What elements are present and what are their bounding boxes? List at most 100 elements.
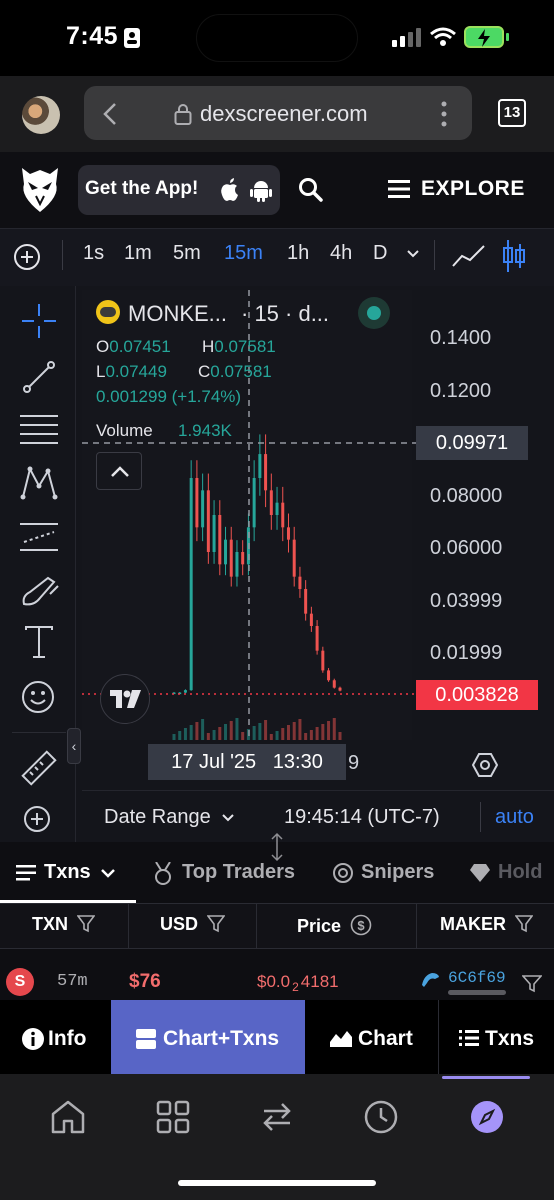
fib-retracement-tool-icon[interactable] bbox=[20, 412, 58, 446]
collapse-toolbar-button[interactable]: ‹ bbox=[67, 728, 81, 764]
candlestick-type-icon[interactable] bbox=[502, 240, 526, 272]
home-indicator bbox=[178, 1180, 376, 1186]
more-vertical-icon[interactable] bbox=[440, 100, 448, 128]
volume-bar bbox=[212, 730, 216, 740]
status-time: 7:45 bbox=[66, 22, 119, 50]
candle-body bbox=[309, 613, 313, 626]
explore-button[interactable]: EXPLORE bbox=[421, 177, 525, 201]
crosshair-vertical bbox=[248, 290, 250, 740]
candle-body bbox=[218, 515, 222, 565]
back-chevron-icon[interactable] bbox=[102, 102, 118, 126]
ruler-tool-icon[interactable] bbox=[18, 748, 58, 788]
view-tab-chart[interactable]: Chart bbox=[305, 1000, 438, 1074]
timeframe-1h[interactable]: 1h bbox=[287, 242, 309, 265]
candle-body bbox=[332, 680, 336, 688]
timeframe-5m[interactable]: 5m bbox=[173, 242, 201, 265]
filter-icon bbox=[514, 915, 534, 933]
auto-scale-button[interactable]: auto bbox=[495, 806, 534, 829]
candle-body bbox=[235, 552, 239, 577]
candle-body bbox=[321, 650, 325, 671]
date-range-button[interactable]: Date Range bbox=[104, 806, 235, 829]
volume-bar bbox=[235, 718, 239, 740]
tab-count-button[interactable]: 13 bbox=[498, 99, 526, 127]
emoji-tool-icon[interactable] bbox=[21, 680, 55, 714]
volume-label: Volume bbox=[96, 421, 153, 440]
candle-body bbox=[189, 478, 193, 691]
view-tab-info[interactable]: Info bbox=[0, 1000, 110, 1074]
tradingview-logo-icon[interactable] bbox=[100, 674, 150, 724]
zoom-in-tool-icon[interactable] bbox=[22, 804, 54, 836]
volume-bar bbox=[298, 719, 302, 740]
close-label: C bbox=[198, 362, 211, 381]
home-icon[interactable] bbox=[50, 1100, 86, 1134]
chart-settings-icon[interactable] bbox=[472, 752, 498, 778]
view-tab-chart-label: Chart bbox=[358, 1027, 413, 1050]
price-tick: 0.1400 bbox=[430, 327, 492, 349]
txn-age: 57m bbox=[57, 972, 88, 991]
view-tab-txns[interactable]: Txns bbox=[439, 1000, 554, 1074]
timeframe-15m[interactable]: 15m bbox=[224, 242, 263, 265]
profile-avatar[interactable] bbox=[22, 96, 60, 134]
brush-tool-icon[interactable] bbox=[20, 574, 60, 608]
volume-bar bbox=[258, 723, 262, 740]
column-usd[interactable]: USD bbox=[160, 914, 226, 958]
volume-bar bbox=[309, 730, 313, 740]
timeframe-1s[interactable]: 1s bbox=[83, 242, 104, 265]
tab-top-traders-label: Top Traders bbox=[182, 861, 295, 883]
trendline-tool-icon[interactable] bbox=[22, 360, 56, 394]
dexscreener-logo-icon[interactable] bbox=[20, 166, 60, 214]
tab-holders[interactable]: Hold bbox=[470, 860, 554, 886]
explore-compass-icon[interactable] bbox=[470, 1100, 504, 1134]
candle-body bbox=[229, 539, 233, 577]
column-txn[interactable]: TXN bbox=[32, 914, 96, 958]
token-logo-icon bbox=[96, 300, 120, 324]
pattern-tool-icon[interactable] bbox=[20, 466, 58, 500]
history-icon[interactable] bbox=[364, 1100, 398, 1134]
price-chart[interactable] bbox=[82, 290, 412, 740]
column-maker[interactable]: MAKER bbox=[440, 914, 534, 958]
volume-bar bbox=[332, 718, 336, 740]
filter-icon[interactable] bbox=[522, 975, 542, 993]
text-tool-icon[interactable] bbox=[24, 626, 54, 658]
timeframe-d[interactable]: D bbox=[373, 242, 387, 265]
timeframe-1m[interactable]: 1m bbox=[124, 242, 152, 265]
column-usd-label: USD bbox=[160, 914, 199, 934]
chevron-down-icon[interactable] bbox=[406, 249, 420, 259]
table-row[interactable]: S 57m $76 $0.0 2 4181 6C6f69 bbox=[0, 955, 554, 1000]
svg-text:$: $ bbox=[357, 918, 365, 933]
view-tab-chart-txns[interactable]: Chart+Txns bbox=[111, 1000, 305, 1074]
medal-icon bbox=[155, 862, 171, 885]
volume-bar bbox=[218, 727, 222, 740]
price-tick: 0.1200 bbox=[430, 380, 492, 402]
chevron-down-icon bbox=[222, 814, 235, 822]
add-indicator-icon[interactable] bbox=[13, 243, 41, 271]
volume-bar bbox=[201, 719, 205, 740]
menu-icon[interactable] bbox=[388, 180, 410, 198]
swap-icon[interactable] bbox=[260, 1100, 294, 1134]
crosshair-tool-icon[interactable] bbox=[22, 304, 56, 338]
volume-bar bbox=[321, 724, 325, 740]
candle-body bbox=[269, 490, 273, 515]
price-tick: 0.08000 bbox=[430, 485, 503, 507]
txn-maker[interactable]: 6C6f69 bbox=[448, 969, 506, 987]
volume-bar bbox=[224, 724, 228, 740]
forecast-tool-icon[interactable] bbox=[20, 520, 58, 554]
price-tick: 0.03999 bbox=[430, 590, 503, 612]
candle-body bbox=[298, 576, 302, 589]
high-label: H bbox=[202, 337, 215, 356]
candle-body bbox=[258, 454, 262, 478]
volume-bar bbox=[229, 721, 233, 740]
txn-usd: $76 bbox=[129, 971, 161, 992]
dynamic-island bbox=[196, 14, 358, 62]
collapse-legend-button[interactable] bbox=[96, 452, 142, 490]
txn-price: $0.0 2 4181 bbox=[257, 972, 339, 995]
line-chart-type-icon[interactable] bbox=[452, 244, 486, 268]
currency-toggle-icon: $ bbox=[350, 914, 372, 936]
search-icon[interactable] bbox=[298, 177, 324, 203]
timeframe-4h[interactable]: 4h bbox=[330, 242, 352, 265]
grid-icon[interactable] bbox=[156, 1100, 190, 1134]
chart-interval: · 15 · d... bbox=[241, 301, 330, 326]
column-price[interactable]: Price $ bbox=[297, 914, 372, 958]
list-icon bbox=[459, 1030, 479, 1046]
resize-handle-icon[interactable] bbox=[270, 832, 284, 862]
